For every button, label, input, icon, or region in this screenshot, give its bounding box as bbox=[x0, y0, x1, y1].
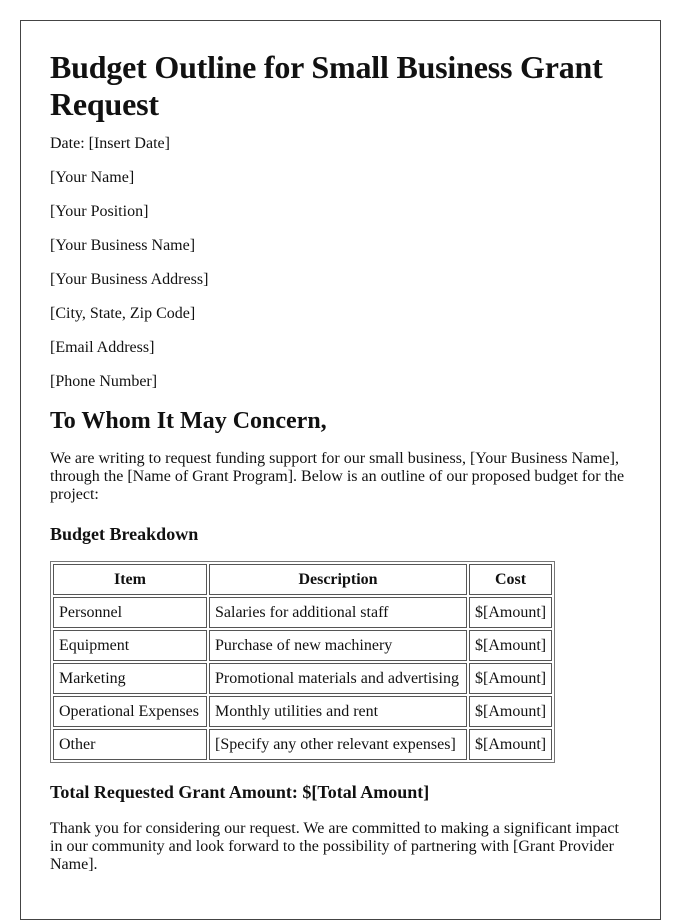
description-cell: Promotional materials and advertising bbox=[209, 663, 467, 694]
cost-cell: $[Amount] bbox=[469, 663, 553, 694]
description-cell: [Specify any other relevant expenses] bbox=[209, 729, 467, 760]
city-state-zip-line: [City, State, Zip Code] bbox=[50, 305, 196, 322]
column-header-cost: Cost bbox=[469, 564, 553, 595]
business-address-line: [Your Business Address] bbox=[50, 271, 209, 288]
business-name-line: [Your Business Name] bbox=[50, 237, 196, 254]
date-line: Date: [Insert Date] bbox=[50, 135, 170, 152]
item-cell: Equipment bbox=[53, 630, 207, 661]
budget-heading: Budget Breakdown bbox=[50, 524, 199, 544]
description-cell: Purchase of new machinery bbox=[209, 630, 467, 661]
sender-info: Date: [Insert Date] [Your Name] [Your Po… bbox=[50, 135, 631, 391]
document-title: Budget Outline for Small Business Grant … bbox=[50, 49, 603, 122]
description-cell: Monthly utilities and rent bbox=[209, 696, 467, 727]
position-line: [Your Position] bbox=[50, 203, 149, 220]
item-cell: Operational Expenses bbox=[53, 696, 207, 727]
table-row: Other [Specify any other relevant expens… bbox=[53, 729, 553, 760]
cost-cell: $[Amount] bbox=[469, 630, 553, 661]
item-cell: Personnel bbox=[53, 597, 207, 628]
cost-cell: $[Amount] bbox=[469, 729, 553, 760]
phone-line: [Phone Number] bbox=[50, 373, 158, 390]
table-row: Operational Expenses Monthly utilities a… bbox=[53, 696, 553, 727]
closing-paragraph: Thank you for considering our request. W… bbox=[50, 820, 619, 873]
item-cell: Marketing bbox=[53, 663, 207, 694]
budget-table: Item Description Cost Personnel Salaries… bbox=[50, 561, 556, 763]
description-cell: Salaries for additional staff bbox=[209, 597, 467, 628]
column-header-item: Item bbox=[53, 564, 207, 595]
email-line: [Email Address] bbox=[50, 339, 155, 356]
table-row: Equipment Purchase of new machinery $[Am… bbox=[53, 630, 553, 661]
total-amount: Total Requested Grant Amount: $[Total Am… bbox=[50, 782, 430, 802]
name-line: [Your Name] bbox=[50, 169, 135, 186]
item-cell: Other bbox=[53, 729, 207, 760]
table-row: Marketing Promotional materials and adve… bbox=[53, 663, 553, 694]
column-header-description: Description bbox=[209, 564, 467, 595]
intro-paragraph: We are writing to request funding suppor… bbox=[50, 450, 625, 503]
cost-cell: $[Amount] bbox=[469, 696, 553, 727]
table-header-row: Item Description Cost bbox=[53, 564, 553, 595]
table-row: Personnel Salaries for additional staff … bbox=[53, 597, 553, 628]
document-page: Budget Outline for Small Business Grant … bbox=[20, 20, 661, 920]
cost-cell: $[Amount] bbox=[469, 597, 553, 628]
salutation: To Whom It May Concern, bbox=[50, 408, 327, 434]
